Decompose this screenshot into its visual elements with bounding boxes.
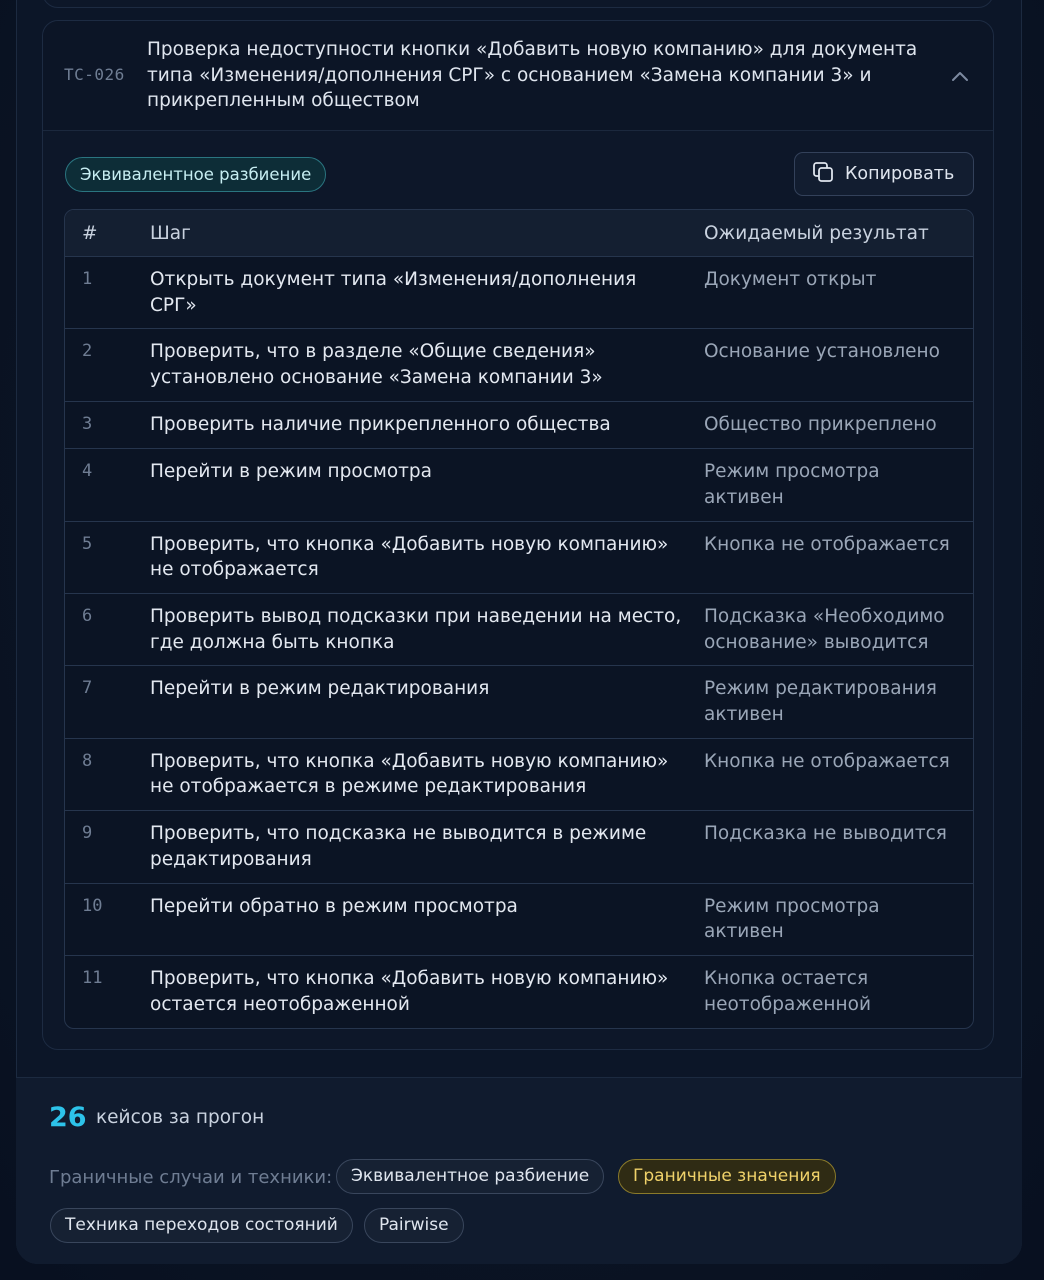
step-text: Проверить вывод подсказки при наведении … — [150, 606, 682, 653]
expected-result: Режим просмотра активен — [704, 461, 880, 508]
technique-chip-pairwise[interactable]: Pairwise — [364, 1208, 464, 1243]
technique-chip-state-transition[interactable]: Техника переходов состояний — [50, 1208, 353, 1243]
chevron-up-icon[interactable] — [949, 65, 971, 87]
step-text: Проверить, что кнопка «Добавить новую ко… — [150, 750, 669, 798]
techniques-label: Граничные случаи и техники: — [49, 1167, 333, 1188]
expected-result: Кнопка не отображается — [704, 533, 950, 555]
copy-button-label: Копировать — [845, 164, 955, 184]
table-header: # Шаг Ожидаемый результат — [65, 210, 973, 257]
table-row: 8 Проверить, что кнопка «Добавить новую к… — [65, 739, 973, 812]
step-text: Перейти в режим просмотра — [150, 461, 433, 483]
header-step: Шаг — [150, 222, 191, 244]
step-number: 5 — [82, 533, 93, 554]
technique-tag: Эквивалентное разбиение — [65, 157, 327, 192]
step-number: 1 — [82, 269, 93, 289]
expected-result: Подсказка не выводится — [704, 823, 947, 845]
step-text: Открыть документ типа «Изменения/дополне… — [150, 269, 637, 316]
step-text: Перейти обратно в режим просмотра — [150, 895, 518, 917]
step-number: 2 — [82, 341, 93, 362]
steps-table: # Шаг Ожидаемый результат 1 Открыть докум… — [64, 209, 974, 1029]
case-count: 26 — [49, 1102, 87, 1133]
test-case-title: Проверка недоступности кнопки «Добавить … — [147, 39, 918, 111]
step-text: Проверить, что кнопка «Добавить новую ко… — [150, 533, 669, 581]
run-summary: 26 кейсов за прогон Граничные случаи и т… — [16, 1077, 1022, 1264]
header-expected: Ожидаемый результат — [704, 222, 929, 244]
expected-result: Основание установлено — [704, 341, 940, 363]
page: TC-026 Проверка недоступности кнопки «До… — [0, 0, 1044, 1280]
expected-result: Подсказка «Необходимо основание» выводит… — [704, 606, 945, 653]
table-row: 11 Проверить, что кнопка «Добавить новую … — [65, 956, 973, 1028]
case-count-label: кейсов за прогон — [96, 1107, 265, 1128]
expected-result: Общество прикреплено — [704, 413, 937, 435]
step-number: 11 — [82, 968, 103, 989]
step-number: 8 — [82, 750, 93, 771]
step-text: Проверить, что кнопка «Добавить новую ко… — [150, 968, 669, 1015]
test-case-header[interactable]: TC-026 Проверка недоступности кнопки «До… — [43, 21, 993, 131]
previous-test-case-card[interactable] — [42, 0, 994, 8]
expected-result: Режим редактирования активен — [704, 678, 937, 725]
step-text: Перейти в режим редактирования — [150, 678, 490, 700]
table-row: 9 Проверить, что подсказка не выводится в… — [65, 811, 973, 884]
copy-icon — [811, 160, 835, 189]
test-case-id: TC-026 — [64, 65, 125, 84]
copy-button[interactable]: Копировать — [794, 152, 974, 196]
step-number: 6 — [82, 606, 93, 627]
step-text: Проверить, что в разделе «Общие сведения… — [150, 341, 603, 388]
expected-result: Кнопка не отображается — [704, 750, 950, 772]
expected-result: Документ открыт — [704, 269, 877, 290]
table-row: 6 Проверить вывод подсказки при наведении… — [65, 594, 973, 667]
header-num: # — [82, 222, 98, 244]
table-row: 2 Проверить, что в разделе «Общие сведени… — [65, 329, 973, 402]
step-text: Проверить наличие прикрепленного обществ… — [150, 413, 611, 435]
table-body: 1 Открыть документ типа «Изменения/дополн… — [65, 257, 973, 1028]
technique-chip-boundary[interactable]: Граничные значения — [618, 1159, 836, 1194]
expected-result: Режим просмотра активен — [704, 895, 880, 943]
step-text: Проверить, что подсказка не выводится в … — [150, 823, 647, 870]
step-number: 10 — [82, 895, 103, 916]
table-row: 3 Проверить наличие прикрепленного общест… — [65, 402, 973, 450]
step-number: 4 — [82, 461, 93, 482]
table-row: 10 Перейти обратно в режим просмотра Режим… — [65, 884, 973, 957]
table-row: 4 Перейти в режим просмотра Режим просмотр… — [65, 449, 973, 522]
table-row: 5 Проверить, что кнопка «Добавить новую к… — [65, 522, 973, 595]
step-number: 7 — [82, 678, 93, 699]
test-case-card: TC-026 Проверка недоступности кнопки «До… — [42, 20, 994, 1050]
technique-chip-equivalence[interactable]: Эквивалентное разбиение — [336, 1159, 605, 1194]
expected-result: Кнопка остается неотображенной — [704, 968, 871, 1015]
step-number: 3 — [82, 413, 93, 434]
table-row: 7 Перейти в режим редактирования Режим ред… — [65, 666, 973, 739]
table-row: 1 Открыть документ типа «Изменения/дополн… — [65, 257, 973, 330]
step-number: 9 — [82, 823, 93, 844]
